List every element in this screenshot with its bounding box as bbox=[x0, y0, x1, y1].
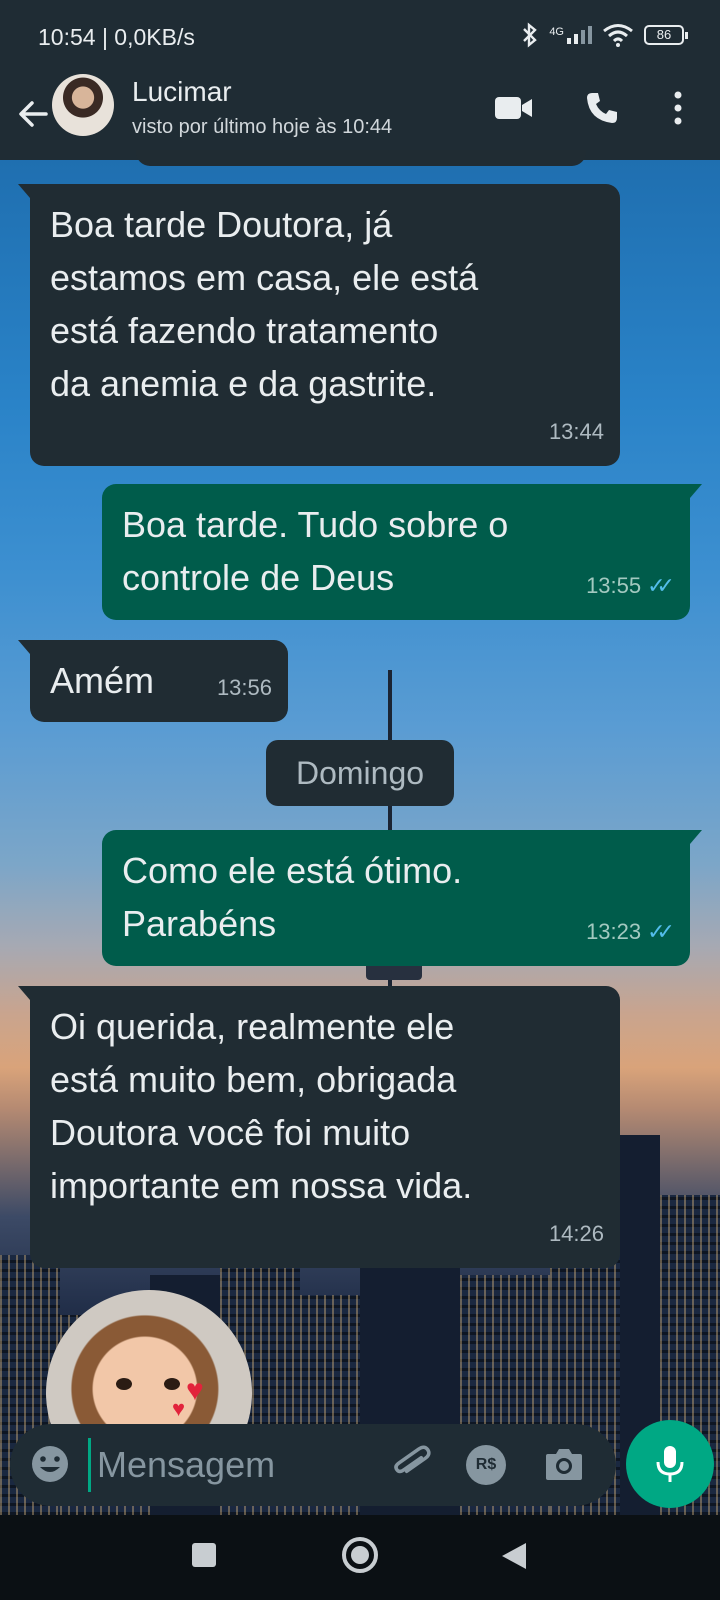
voice-record-button[interactable] bbox=[626, 1420, 714, 1508]
photo-detail bbox=[116, 1378, 132, 1390]
message-bubble-incoming[interactable]: Oi querida, realmente ele está muito bem… bbox=[18, 986, 620, 1268]
attach-icon[interactable] bbox=[390, 1442, 432, 1486]
message-time: 13:44 bbox=[548, 419, 604, 444]
message-time: 14:26 bbox=[548, 1221, 604, 1246]
emoji-icon[interactable] bbox=[30, 1444, 70, 1484]
heart-icon: ♥ bbox=[186, 1374, 204, 1407]
payment-icon[interactable]: R$ bbox=[466, 1445, 506, 1485]
status-icons: 4G 86 bbox=[521, 22, 688, 48]
message-time: 13:23 ✓✓ bbox=[586, 905, 675, 958]
message-text-line: Oi querida, realmente ele bbox=[50, 1006, 455, 1047]
last-seen-status: visto por último hoje às 10:44 bbox=[132, 116, 393, 138]
heart-icon: ♥ bbox=[172, 1396, 186, 1421]
home-icon[interactable] bbox=[340, 1535, 380, 1575]
video-call-icon[interactable] bbox=[494, 94, 534, 122]
back-icon[interactable] bbox=[500, 1541, 528, 1571]
message-text-line: está muito bem, obrigada bbox=[50, 1059, 457, 1100]
recents-icon[interactable] bbox=[190, 1541, 218, 1569]
message-time: 13:56 bbox=[216, 675, 272, 700]
payment-label: R$ bbox=[475, 1456, 497, 1473]
voice-call-icon[interactable] bbox=[584, 90, 620, 126]
photo-detail bbox=[164, 1378, 180, 1390]
read-receipt-icon: ✓✓ bbox=[647, 919, 675, 944]
more-options-icon[interactable] bbox=[672, 90, 684, 126]
message-time: 13:55 ✓✓ bbox=[586, 559, 675, 612]
message-text-line: estamos em casa, ele está bbox=[50, 257, 479, 298]
battery-icon: 86 bbox=[644, 25, 688, 45]
message-text-line: Boa tarde. Tudo sobre o bbox=[122, 504, 509, 545]
message-text-line: Doutora você foi muito bbox=[50, 1112, 411, 1153]
message-bubble-outgoing[interactable]: Boa tarde. Tudo sobre o controle de Deus… bbox=[102, 484, 702, 620]
message-bubble-incoming[interactable]: Boa tarde Doutora, já estamos em casa, e… bbox=[18, 184, 620, 466]
bluetooth-icon bbox=[523, 22, 538, 48]
status-bar: 10:54 | 0,0KB/s 4G 86 bbox=[0, 0, 720, 72]
status-time-speed: 10:54 | 0,0KB/s bbox=[38, 24, 195, 50]
message-input[interactable] bbox=[88, 1438, 388, 1492]
message-text-line: Boa tarde Doutora, já bbox=[50, 204, 393, 245]
wifi-icon bbox=[603, 24, 633, 47]
contact-avatar[interactable] bbox=[52, 74, 114, 136]
read-receipt-icon: ✓✓ bbox=[647, 573, 675, 598]
message-text-line: da anemia e da gastrite. bbox=[50, 363, 437, 404]
message-text-line: está fazendo tratamento bbox=[50, 310, 439, 351]
message-text-line: importante em nossa vida. bbox=[50, 1165, 473, 1206]
contact-name[interactable]: Lucimar bbox=[132, 76, 232, 108]
message-composer: R$ bbox=[10, 1424, 616, 1506]
system-navigation-bar bbox=[0, 1515, 720, 1600]
camera-icon[interactable] bbox=[544, 1446, 584, 1482]
message-bubble-outgoing[interactable]: Como ele está ótimo. Parabéns 13:23 ✓✓ bbox=[102, 830, 702, 966]
date-divider: Domingo bbox=[266, 740, 454, 806]
chat-header: Lucimar visto por último hoje às 10:44 bbox=[0, 72, 720, 160]
mic-icon bbox=[656, 1446, 684, 1482]
network-type: 4G bbox=[549, 26, 564, 38]
message-text-line: Como ele está ótimo. bbox=[122, 850, 463, 891]
back-arrow-icon[interactable] bbox=[14, 94, 54, 134]
message-bubble-incoming[interactable]: Amém 13:56 bbox=[18, 640, 288, 722]
previous-message-bubble bbox=[136, 150, 586, 166]
cellular-signal-icon: 4G bbox=[549, 26, 592, 44]
